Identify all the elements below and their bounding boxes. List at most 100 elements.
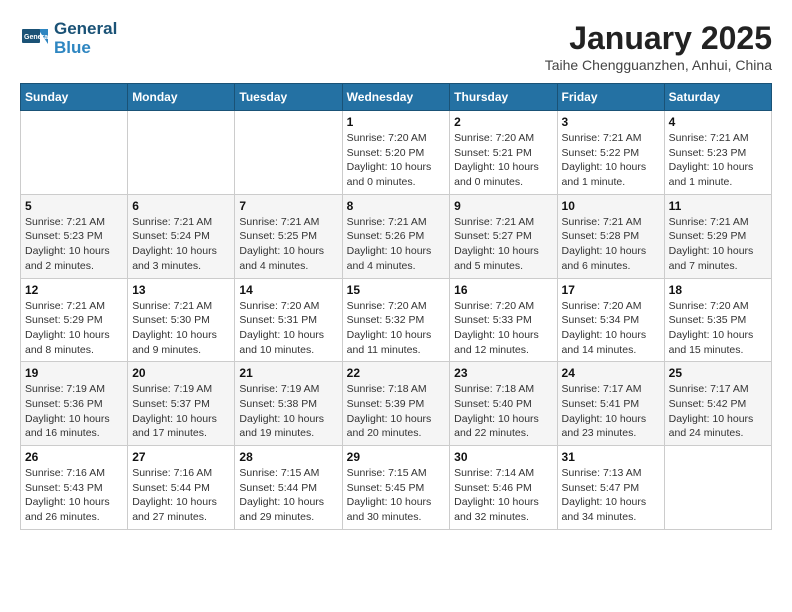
day-number: 16 (454, 283, 552, 297)
day-number: 17 (562, 283, 660, 297)
day-info: Sunrise: 7:21 AM Sunset: 5:23 PM Dayligh… (669, 131, 767, 190)
day-number: 9 (454, 199, 552, 213)
day-info: Sunrise: 7:20 AM Sunset: 5:32 PM Dayligh… (347, 299, 446, 358)
day-number: 1 (347, 115, 446, 129)
day-info: Sunrise: 7:20 AM Sunset: 5:31 PM Dayligh… (239, 299, 337, 358)
day-number: 12 (25, 283, 123, 297)
day-info: Sunrise: 7:20 AM Sunset: 5:21 PM Dayligh… (454, 131, 552, 190)
day-number: 3 (562, 115, 660, 129)
calendar-header: SundayMondayTuesdayWednesdayThursdayFrid… (21, 84, 772, 111)
day-cell: 29 Sunrise: 7:15 AM Sunset: 5:45 PM Dayli… (342, 446, 450, 530)
day-cell (21, 111, 128, 195)
logo-line1: General (54, 20, 117, 39)
day-info: Sunrise: 7:18 AM Sunset: 5:40 PM Dayligh… (454, 382, 552, 441)
day-cell (235, 111, 342, 195)
day-number: 7 (239, 199, 337, 213)
day-info: Sunrise: 7:21 AM Sunset: 5:22 PM Dayligh… (562, 131, 660, 190)
day-info: Sunrise: 7:20 AM Sunset: 5:33 PM Dayligh… (454, 299, 552, 358)
day-cell: 25Sunrise: 7:17 AM Sunset: 5:42 PM Dayli… (664, 362, 771, 446)
day-cell: 15 Sunrise: 7:20 AM Sunset: 5:32 PM Dayli… (342, 278, 450, 362)
calendar-table: SundayMondayTuesdayWednesdayThursdayFrid… (20, 83, 772, 530)
day-info: Sunrise: 7:16 AM Sunset: 5:43 PM Dayligh… (25, 466, 123, 525)
day-info: Sunrise: 7:19 AM Sunset: 5:38 PM Dayligh… (239, 382, 337, 441)
day-number: 29 (347, 450, 446, 464)
day-info: Sunrise: 7:19 AM Sunset: 5:37 PM Dayligh… (132, 382, 230, 441)
day-number: 15 (347, 283, 446, 297)
day-cell: 30 Sunrise: 7:14 AM Sunset: 5:46 PM Dayli… (450, 446, 557, 530)
day-cell: 19 Sunrise: 7:19 AM Sunset: 5:36 PM Dayli… (21, 362, 128, 446)
day-info: Sunrise: 7:21 AM Sunset: 5:30 PM Dayligh… (132, 299, 230, 358)
day-number: 14 (239, 283, 337, 297)
day-info: Sunrise: 7:21 AM Sunset: 5:26 PM Dayligh… (347, 215, 446, 274)
day-cell: 18 Sunrise: 7:20 AM Sunset: 5:35 PM Dayli… (664, 278, 771, 362)
day-cell: 1 Sunrise: 7:20 AM Sunset: 5:20 PM Daylig… (342, 111, 450, 195)
week-row-4: 19 Sunrise: 7:19 AM Sunset: 5:36 PM Dayli… (21, 362, 772, 446)
day-number: 4 (669, 115, 767, 129)
day-cell: 11 Sunrise: 7:21 AM Sunset: 5:29 PM Dayli… (664, 194, 771, 278)
day-number: 27 (132, 450, 230, 464)
day-info: Sunrise: 7:16 AM Sunset: 5:44 PM Dayligh… (132, 466, 230, 525)
day-number: 11 (669, 199, 767, 213)
day-number: 22 (347, 366, 446, 380)
day-cell: 23 Sunrise: 7:18 AM Sunset: 5:40 PM Dayli… (450, 362, 557, 446)
day-number: 2 (454, 115, 552, 129)
page-header: General General Blue January 2025 Taihe … (20, 20, 772, 73)
day-number: 28 (239, 450, 337, 464)
title-area: January 2025 Taihe Chengguanzhen, Anhui,… (545, 20, 772, 73)
day-number: 5 (25, 199, 123, 213)
day-cell: 14 Sunrise: 7:20 AM Sunset: 5:31 PM Dayli… (235, 278, 342, 362)
day-cell: 20 Sunrise: 7:19 AM Sunset: 5:37 PM Dayli… (128, 362, 235, 446)
day-info: Sunrise: 7:13 AM Sunset: 5:47 PM Dayligh… (562, 466, 660, 525)
day-cell: 13 Sunrise: 7:21 AM Sunset: 5:30 PM Dayli… (128, 278, 235, 362)
day-cell (128, 111, 235, 195)
week-row-1: 1 Sunrise: 7:20 AM Sunset: 5:20 PM Daylig… (21, 111, 772, 195)
day-info: Sunrise: 7:21 AM Sunset: 5:29 PM Dayligh… (25, 299, 123, 358)
day-info: Sunrise: 7:20 AM Sunset: 5:35 PM Dayligh… (669, 299, 767, 358)
day-info: Sunrise: 7:14 AM Sunset: 5:46 PM Dayligh… (454, 466, 552, 525)
day-number: 24 (562, 366, 660, 380)
day-info: Sunrise: 7:21 AM Sunset: 5:29 PM Dayligh… (669, 215, 767, 274)
day-cell: 26Sunrise: 7:16 AM Sunset: 5:43 PM Dayli… (21, 446, 128, 530)
day-info: Sunrise: 7:21 AM Sunset: 5:24 PM Dayligh… (132, 215, 230, 274)
day-number: 20 (132, 366, 230, 380)
day-info: Sunrise: 7:15 AM Sunset: 5:45 PM Dayligh… (347, 466, 446, 525)
day-number: 31 (562, 450, 660, 464)
day-cell: 16 Sunrise: 7:20 AM Sunset: 5:33 PM Dayli… (450, 278, 557, 362)
day-cell: 28 Sunrise: 7:15 AM Sunset: 5:44 PM Dayli… (235, 446, 342, 530)
day-cell: 22Sunrise: 7:18 AM Sunset: 5:39 PM Dayli… (342, 362, 450, 446)
day-info: Sunrise: 7:20 AM Sunset: 5:20 PM Dayligh… (347, 131, 446, 190)
day-cell: 8 Sunrise: 7:21 AM Sunset: 5:26 PM Daylig… (342, 194, 450, 278)
day-number: 13 (132, 283, 230, 297)
day-number: 19 (25, 366, 123, 380)
day-info: Sunrise: 7:17 AM Sunset: 5:42 PM Dayligh… (669, 382, 767, 441)
day-number: 30 (454, 450, 552, 464)
header-sunday: Sunday (21, 84, 128, 111)
day-cell: 3 Sunrise: 7:21 AM Sunset: 5:22 PM Daylig… (557, 111, 664, 195)
day-cell: 4 Sunrise: 7:21 AM Sunset: 5:23 PM Daylig… (664, 111, 771, 195)
day-info: Sunrise: 7:15 AM Sunset: 5:44 PM Dayligh… (239, 466, 337, 525)
day-info: Sunrise: 7:19 AM Sunset: 5:36 PM Dayligh… (25, 382, 123, 441)
day-cell: 7 Sunrise: 7:21 AM Sunset: 5:25 PM Daylig… (235, 194, 342, 278)
day-number: 23 (454, 366, 552, 380)
day-info: Sunrise: 7:21 AM Sunset: 5:25 PM Dayligh… (239, 215, 337, 274)
week-row-5: 26Sunrise: 7:16 AM Sunset: 5:43 PM Dayli… (21, 446, 772, 530)
day-number: 10 (562, 199, 660, 213)
day-cell: 6 Sunrise: 7:21 AM Sunset: 5:24 PM Daylig… (128, 194, 235, 278)
logo: General General Blue (20, 20, 117, 57)
header-thursday: Thursday (450, 84, 557, 111)
svg-text:General: General (24, 34, 50, 41)
day-number: 8 (347, 199, 446, 213)
header-saturday: Saturday (664, 84, 771, 111)
logo-icon: General (20, 24, 50, 54)
header-wednesday: Wednesday (342, 84, 450, 111)
header-friday: Friday (557, 84, 664, 111)
logo-line2: Blue (54, 39, 117, 58)
day-cell: 9Sunrise: 7:21 AM Sunset: 5:27 PM Daylig… (450, 194, 557, 278)
header-tuesday: Tuesday (235, 84, 342, 111)
week-row-3: 12 Sunrise: 7:21 AM Sunset: 5:29 PM Dayli… (21, 278, 772, 362)
day-info: Sunrise: 7:21 AM Sunset: 5:28 PM Dayligh… (562, 215, 660, 274)
day-cell: 12 Sunrise: 7:21 AM Sunset: 5:29 PM Dayli… (21, 278, 128, 362)
day-info: Sunrise: 7:17 AM Sunset: 5:41 PM Dayligh… (562, 382, 660, 441)
day-number: 18 (669, 283, 767, 297)
day-number: 6 (132, 199, 230, 213)
